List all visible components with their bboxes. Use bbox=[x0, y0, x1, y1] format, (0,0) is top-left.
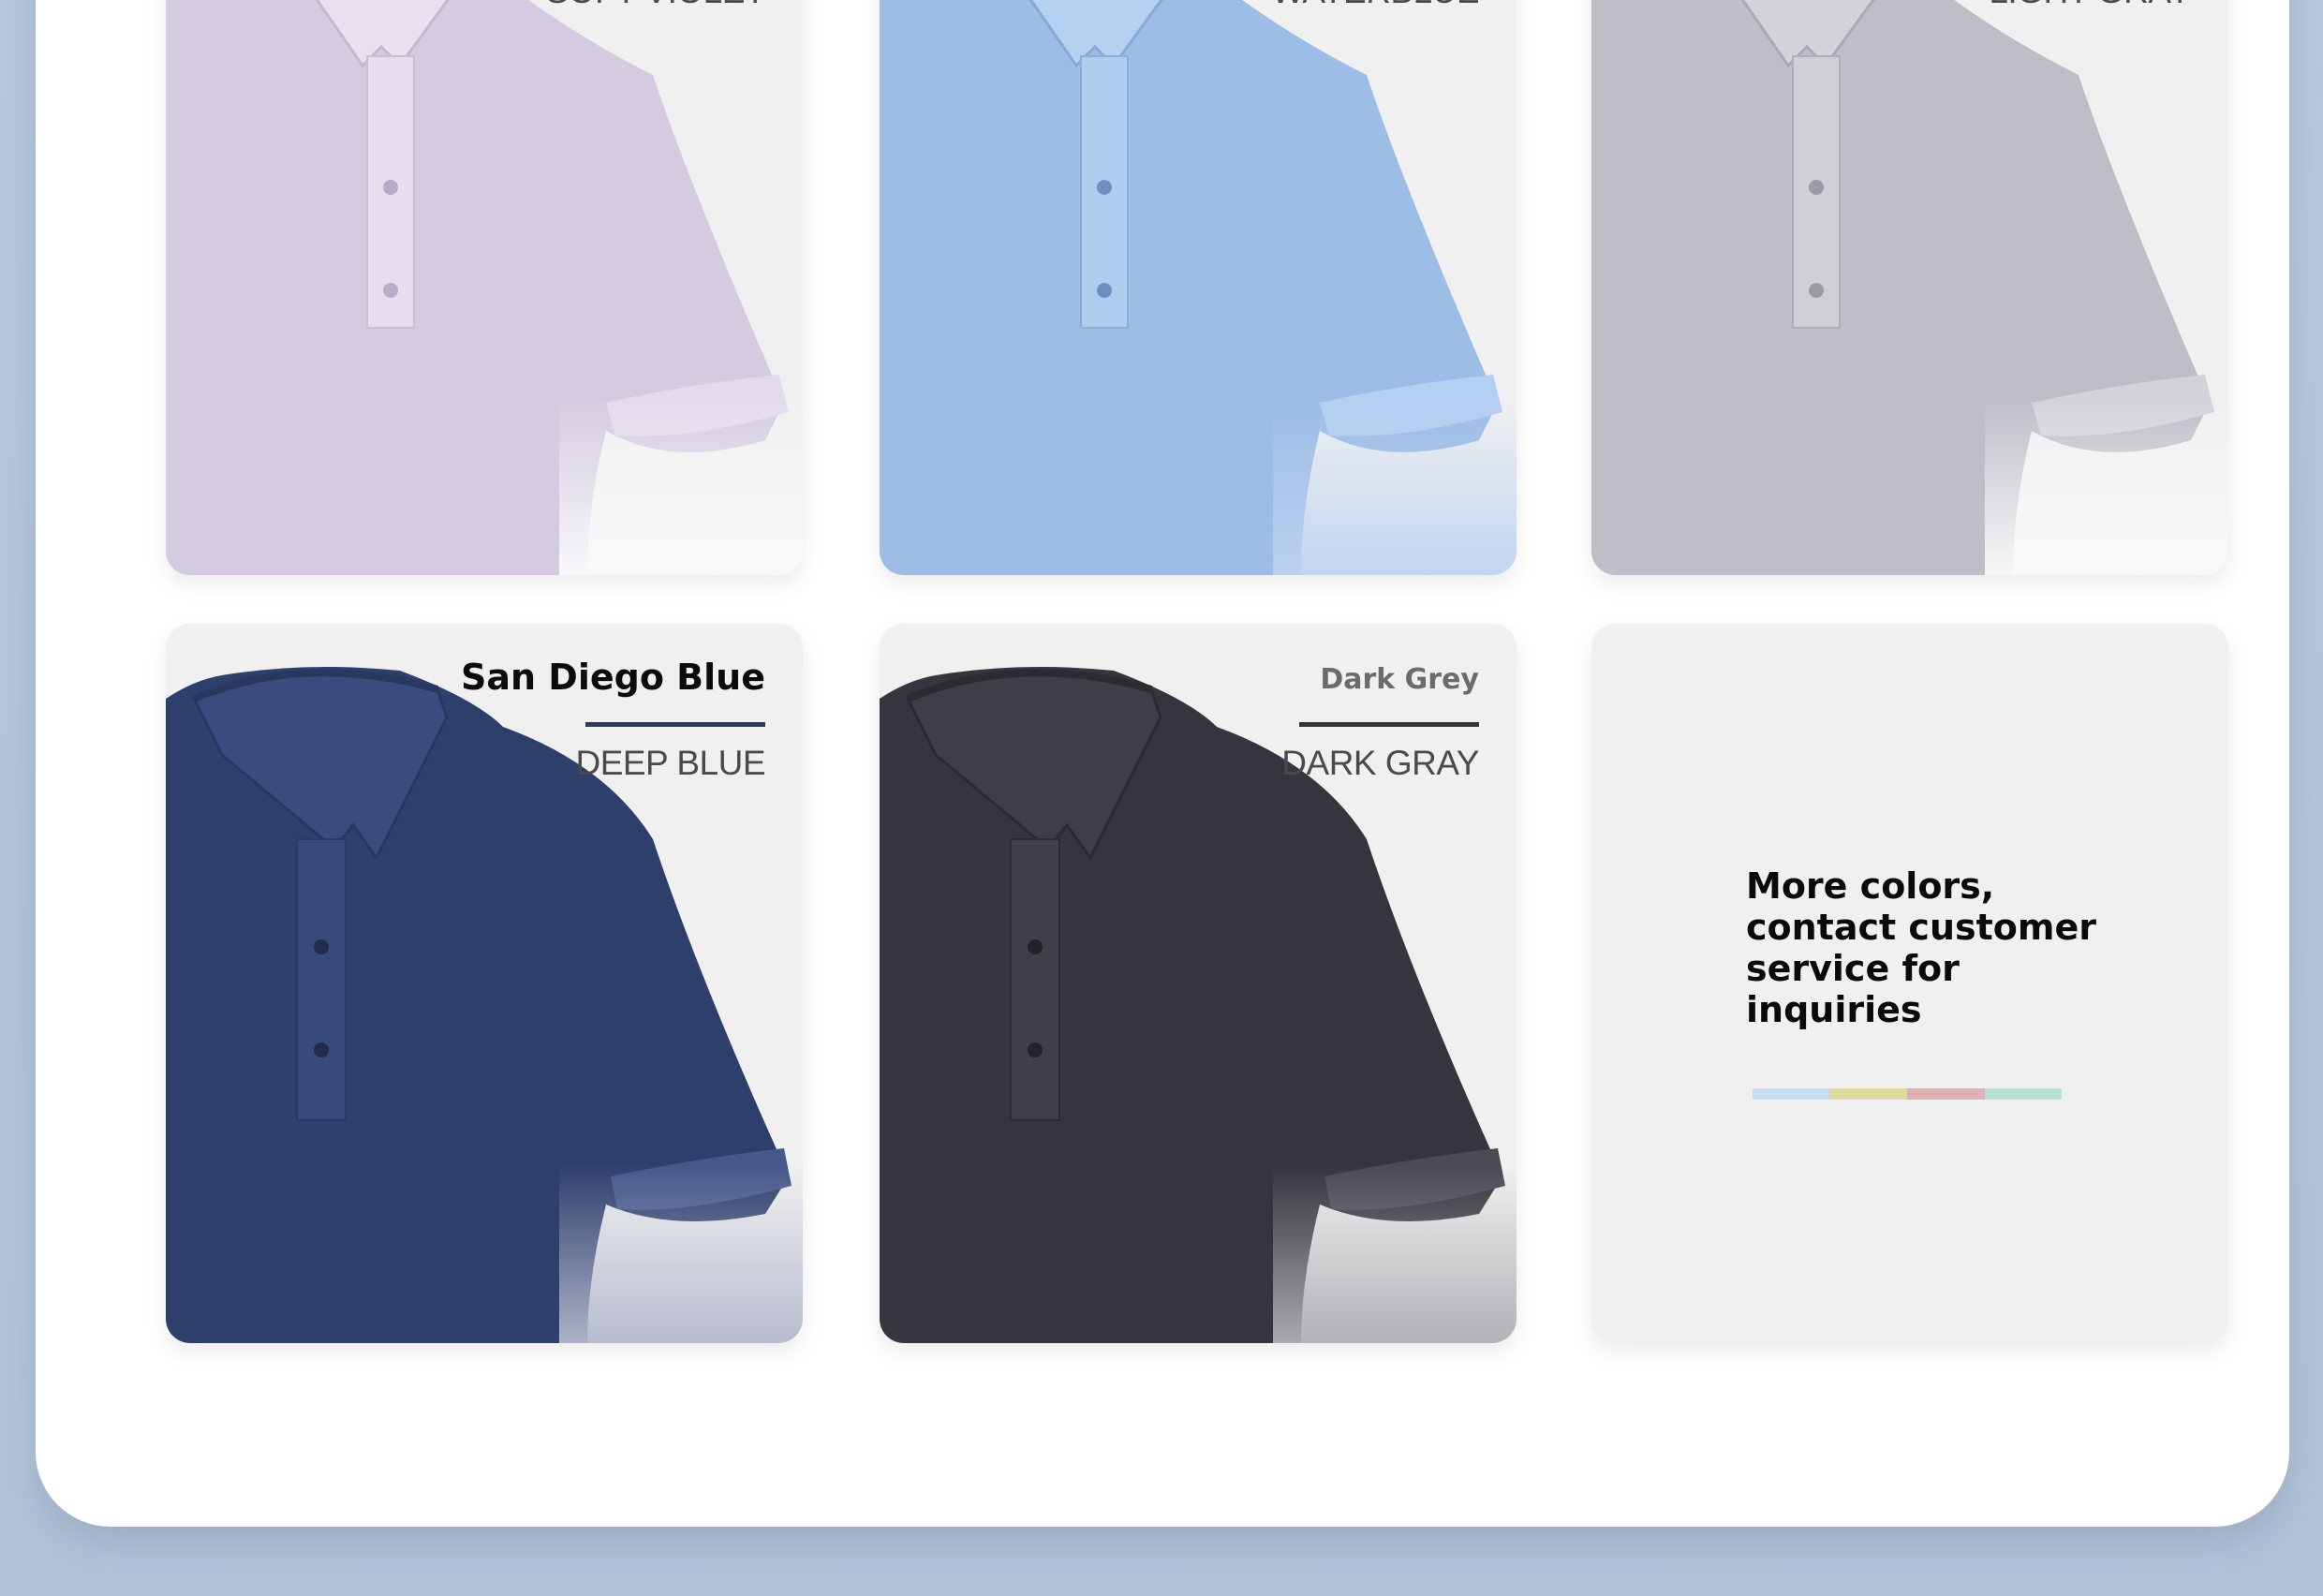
color-code-label: WATERBLUE bbox=[1271, 0, 1479, 11]
shirt-fade bbox=[1273, 397, 1517, 575]
color-card-light-gray[interactable]: LIGHT GRAY bbox=[1591, 0, 2228, 575]
color-card-soft-violet[interactable]: SOFT VIOLET bbox=[166, 0, 803, 575]
color-name-label: San Diego Blue bbox=[461, 657, 765, 698]
swatch-blue bbox=[1753, 1088, 1830, 1100]
shirt-fade bbox=[559, 397, 803, 575]
color-card-deep-blue[interactable]: San Diego Blue DEEP BLUE bbox=[166, 624, 803, 1343]
shirt-fade bbox=[1273, 1165, 1517, 1343]
more-colors-text: More colors, contact customer service fo… bbox=[1746, 865, 2096, 1030]
shirt-fade bbox=[1985, 397, 2228, 575]
product-panel: SOFT VIOLET WATERBLUE LIGHT GRAY bbox=[36, 0, 2289, 1527]
shirt-fade bbox=[559, 1165, 803, 1343]
swatch-pink bbox=[1907, 1088, 1985, 1100]
color-code-label: LIGHT GRAY bbox=[1989, 0, 2191, 11]
color-card-dark-gray[interactable]: Dark Grey DARK GRAY bbox=[880, 624, 1517, 1343]
color-code-label: SOFT VIOLET bbox=[546, 0, 766, 11]
more-colors-card[interactable]: More colors, contact customer service fo… bbox=[1591, 624, 2228, 1343]
label-underline bbox=[1299, 722, 1479, 727]
color-name-label: Dark Grey bbox=[1320, 663, 1479, 696]
color-code-label: DARK GRAY bbox=[1281, 744, 1479, 782]
color-swatch-bar bbox=[1753, 1088, 2062, 1100]
swatch-green bbox=[1984, 1088, 2062, 1100]
color-card-waterblue[interactable]: WATERBLUE bbox=[880, 0, 1517, 575]
label-underline bbox=[585, 722, 765, 727]
color-code-label: DEEP BLUE bbox=[575, 744, 765, 782]
swatch-yellow bbox=[1829, 1088, 1907, 1100]
